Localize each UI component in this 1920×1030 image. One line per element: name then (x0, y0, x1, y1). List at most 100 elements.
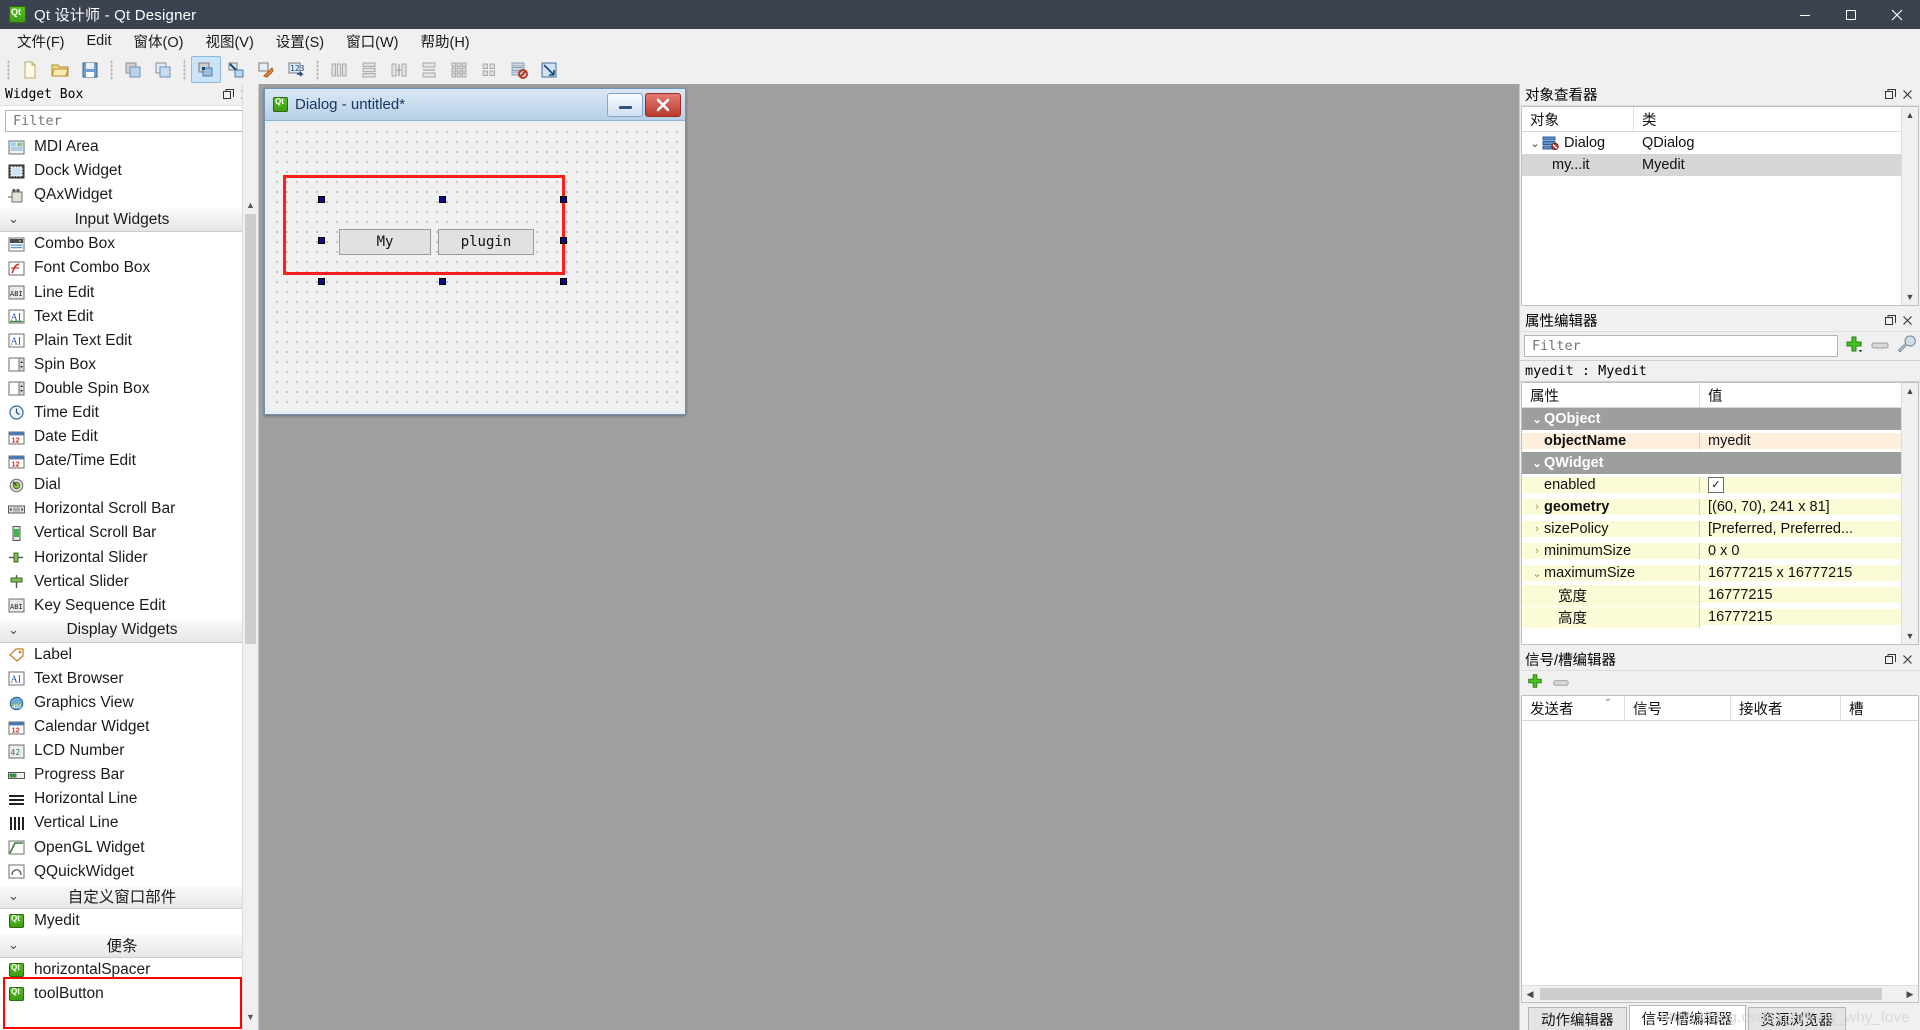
signal-slot-float-icon[interactable] (1884, 653, 1897, 666)
object-inspector-close-icon[interactable] (1901, 88, 1914, 101)
form-close-button[interactable] (645, 92, 681, 117)
minimize-button[interactable] (1782, 0, 1828, 29)
widget-item-vertical-slider[interactable]: Vertical Slider (0, 570, 258, 594)
widget-item-text-browser[interactable]: AI Text Browser (0, 667, 258, 691)
form-button-plugin[interactable]: plugin (438, 229, 534, 255)
widget-box-scroll-thumb[interactable] (245, 214, 256, 644)
resize-handle-bottom-center[interactable] (439, 278, 446, 285)
object-inspector-scroll-up[interactable]: ▲ (1902, 107, 1918, 123)
widget-item-date-edit[interactable]: 12 Date Edit (0, 425, 258, 449)
property-value-cell[interactable]: 0 x 0 (1700, 543, 1918, 559)
signal-slot-scroll-thumb[interactable] (1540, 988, 1882, 1000)
layout-form-icon[interactable] (474, 56, 504, 83)
widget-item-graphics-view[interactable]: abc Graphics View (0, 691, 258, 715)
widget-item-key-sequence-edit[interactable]: ABI Key Sequence Edit (0, 594, 258, 618)
property-row-objectName[interactable]: objectName myedit (1522, 430, 1918, 452)
object-inspector-scrollbar[interactable]: ▲ ▼ (1901, 107, 1918, 305)
property-row-宽度[interactable]: 宽度 16777215 (1522, 584, 1918, 606)
edit-widgets-icon[interactable] (191, 56, 221, 83)
form-canvas[interactable]: My plugin (268, 123, 682, 411)
configure-property-icon[interactable] (1896, 334, 1916, 358)
toolbar-grip-2[interactable] (108, 58, 115, 81)
property-row-enabled[interactable]: enabled ✓ (1522, 474, 1918, 496)
menu-file[interactable]: 文件(F) (6, 28, 76, 55)
layout-vertical-icon[interactable] (354, 56, 384, 83)
property-row-高度[interactable]: 高度 16777215 (1522, 606, 1918, 628)
chevron-right-icon[interactable]: › (1530, 545, 1544, 557)
resize-handle-top-left[interactable] (318, 196, 325, 203)
widget-item-dial[interactable]: Dial (0, 473, 258, 497)
layout-horizontal-icon[interactable] (324, 56, 354, 83)
object-row-0[interactable]: ⌄ Dialog QDialog (1522, 132, 1918, 154)
widget-item-plain-text-edit[interactable]: AI Plain Text Edit (0, 329, 258, 353)
property-row-minimumSize[interactable]: › minimumSize 0 x 0 (1522, 540, 1918, 562)
widget-item-horizontal-scroll-bar[interactable]: Horizontal Scroll Bar (0, 497, 258, 521)
redo-icon[interactable] (148, 56, 178, 83)
widget-item-progress-bar[interactable]: Progress Bar (0, 763, 258, 787)
resize-handle-middle-right[interactable] (560, 237, 567, 244)
property-scroll-down[interactable]: ▼ (1902, 628, 1918, 644)
widget-item-toolbutton[interactable]: Qt toolButton (0, 982, 258, 1006)
property-filter-input[interactable] (1530, 337, 1832, 355)
property-scroll-up[interactable]: ▲ (1902, 383, 1918, 399)
toolbar-grip-3[interactable] (181, 58, 188, 81)
maximize-button[interactable] (1828, 0, 1874, 29)
object-inspector-tree[interactable]: 对象 类 ⌄ Dialog QDialog my...it Myedit ▲ ▼ (1521, 106, 1919, 306)
property-row-sizePolicy[interactable]: › sizePolicy [Preferred, Preferred... (1522, 518, 1918, 540)
widget-item-qquickwidget[interactable]: QQuickWidget (0, 860, 258, 884)
object-inspector-scroll-down[interactable]: ▼ (1902, 289, 1918, 305)
widget-item-time-edit[interactable]: Time Edit (0, 401, 258, 425)
signal-slot-rows[interactable] (1522, 721, 1918, 985)
widget-item-date-time-edit[interactable]: 12 Date/Time Edit (0, 449, 258, 473)
break-layout-icon[interactable] (504, 56, 534, 83)
widget-item-mdi-area[interactable]: MDI Area (0, 135, 258, 159)
widget-item-qaxwidget[interactable]: QAxWidget (0, 183, 258, 207)
form-title-bar[interactable]: Qt Dialog - untitled* (265, 89, 685, 121)
property-row-maximumSize[interactable]: ⌄ maximumSize 16777215 x 16777215 (1522, 562, 1918, 584)
property-row-QObject[interactable]: ⌄ QObject (1522, 408, 1918, 430)
save-file-icon[interactable] (75, 56, 105, 83)
menu-view[interactable]: 视图(V) (194, 28, 264, 55)
widget-item-double-spin-box[interactable]: Double Spin Box (0, 377, 258, 401)
property-col-name[interactable]: 属性 (1522, 383, 1700, 407)
property-value-cell[interactable]: ✓ (1700, 477, 1918, 493)
remove-connection-icon[interactable] (1552, 675, 1570, 692)
layout-splitter-h-icon[interactable] (384, 56, 414, 83)
menu-settings[interactable]: 设置(S) (265, 28, 335, 55)
widget-item-text-edit[interactable]: AI Text Edit (0, 305, 258, 329)
property-col-value[interactable]: 值 (1700, 383, 1918, 407)
widget-item-vertical-scroll-bar[interactable]: Vertical Scroll Bar (0, 521, 258, 545)
signal-slot-col-slot[interactable]: 槽 (1841, 696, 1918, 720)
widget-category-3[interactable]: ⌄ Input Widgets (0, 207, 258, 233)
widget-category-31[interactable]: ⌄ 自定义窗口部件 (0, 883, 258, 909)
widget-item-label[interactable]: Label (0, 643, 258, 667)
selected-widget-outline[interactable] (283, 175, 565, 275)
widget-item-calendar-widget[interactable]: 12 Calendar Widget (0, 715, 258, 739)
resize-handle-top-center[interactable] (439, 196, 446, 203)
design-canvas[interactable]: Qt Dialog - untitled* My plugin (259, 84, 1519, 1030)
adjust-size-icon[interactable] (534, 56, 564, 83)
signal-slot-hscrollbar[interactable]: ◀ ▶ (1522, 985, 1918, 1002)
chevron-right-icon[interactable]: › (1530, 523, 1544, 535)
signal-slot-col-receiver[interactable]: 接收者 (1731, 696, 1841, 720)
property-editor-float-icon[interactable] (1884, 314, 1897, 327)
layout-splitter-v-icon[interactable] (414, 56, 444, 83)
widget-box-float-icon[interactable] (222, 88, 235, 101)
edit-tab-order-icon[interactable]: 123 (281, 56, 311, 83)
menu-help[interactable]: 帮助(H) (409, 28, 480, 55)
property-value-cell[interactable]: 16777215 (1700, 609, 1918, 625)
widget-box-filter-input[interactable] (11, 112, 247, 130)
widget-box-scroll-up-arrow[interactable]: ▲ (243, 197, 258, 212)
chevron-right-icon[interactable]: › (1530, 501, 1544, 513)
property-value-cell[interactable]: 16777215 x 16777215 (1700, 565, 1918, 581)
widget-category-33[interactable]: ⌄ 便条 (0, 932, 258, 958)
object-inspector-col-class[interactable]: 类 (1634, 107, 1918, 131)
form-minimize-button[interactable] (607, 92, 643, 117)
resize-handle-middle-left[interactable] (318, 237, 325, 244)
chevron-down-icon[interactable]: ⌄ (1530, 413, 1544, 426)
widget-item-font-combo-box[interactable]: Font Combo Box (0, 256, 258, 280)
object-inspector-float-icon[interactable] (1884, 88, 1897, 101)
property-grid-scrollbar[interactable]: ▲ ▼ (1901, 383, 1918, 644)
tab-action-editor[interactable]: 动作编辑器 (1528, 1007, 1627, 1030)
widget-item-lcd-number[interactable]: 42 LCD Number (0, 739, 258, 763)
